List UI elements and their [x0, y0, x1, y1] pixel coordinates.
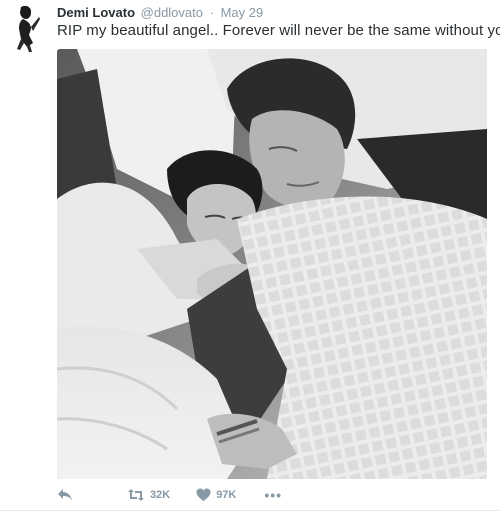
user-handle[interactable]: @ddlovato [141, 5, 203, 20]
tweet-actions: 32K 97K ••• [57, 485, 282, 505]
tweet-photo[interactable] [57, 49, 487, 479]
reply-icon [58, 489, 72, 501]
like-button[interactable]: 97K [196, 488, 236, 502]
retweet-button[interactable]: 32K [127, 488, 170, 502]
retweet-icon [128, 489, 144, 501]
retweet-count: 32K [150, 489, 171, 501]
separator-dot: · [209, 5, 214, 20]
profile-photo-icon [7, 3, 43, 53]
photo-image [57, 49, 487, 479]
like-count: 97K [216, 489, 237, 501]
avatar[interactable] [7, 3, 43, 53]
timestamp[interactable]: May 29 [221, 5, 264, 20]
tweet-text: RIP my beautiful angel.. Forever will ne… [57, 22, 500, 39]
tweet-header: Demi Lovato @ddlovato · May 29 [57, 5, 263, 20]
reply-button[interactable] [57, 488, 73, 502]
more-icon: ••• [264, 487, 283, 503]
more-options-button[interactable]: ••• [264, 487, 282, 503]
tweet: Demi Lovato @ddlovato · May 29 RIP my be… [0, 0, 500, 511]
heart-icon [196, 488, 211, 501]
display-name[interactable]: Demi Lovato [57, 5, 135, 20]
